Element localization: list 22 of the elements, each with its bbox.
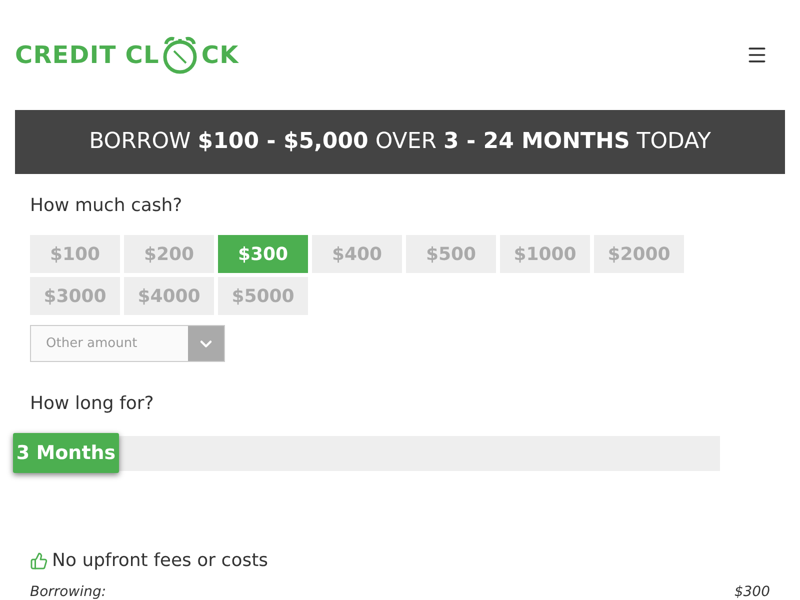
section-heading: How much cash?	[30, 194, 184, 218]
amount-option[interactable]: $400	[312, 235, 402, 273]
amount-option[interactable]: $3000	[30, 277, 120, 315]
amount-option[interactable]: $100	[30, 235, 120, 273]
amount-option[interactable]: $4000	[124, 277, 214, 315]
summary-label: Borrowing:	[30, 583, 106, 600]
logo-text: CREDIT CL	[15, 40, 160, 71]
thumbs-up-icon	[30, 552, 48, 570]
amount-option[interactable]: $200	[124, 235, 214, 273]
other-amount-input[interactable]: Other amount	[31, 326, 188, 361]
amount-option[interactable]: $1000	[500, 235, 590, 273]
amount-option[interactable]: $300	[218, 235, 308, 273]
amount-option[interactable]: $5000	[218, 277, 308, 315]
feature-text: No upfront fees or costs	[52, 549, 268, 573]
summary-value: $300	[734, 583, 770, 600]
slider-thumb[interactable]: 3 Months	[13, 433, 119, 473]
amount-option[interactable]: $2000	[594, 235, 684, 273]
logo-text: CK	[201, 40, 239, 71]
other-amount-field[interactable]: Other amount	[30, 325, 225, 362]
promo-banner: BORROW $100 - $5,000 OVER 3 - 24 MONTHS TODAY	[15, 110, 785, 174]
section-heading: How long for?	[30, 392, 155, 416]
amount-option[interactable]: $500	[406, 235, 496, 273]
